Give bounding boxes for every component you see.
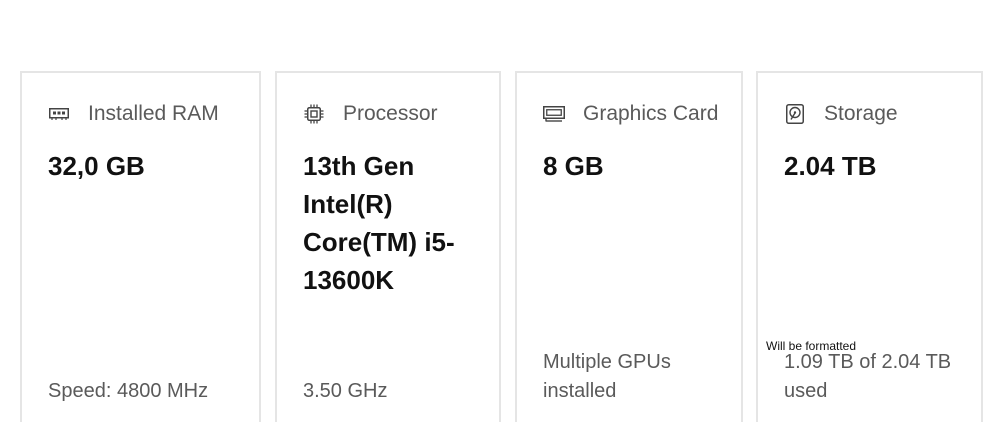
storage-usage-text: 1.09 TB of 2.04 TB used	[784, 351, 952, 402]
processor-card: Processor 13th Gen Intel(R) Core(TM) i5-…	[275, 71, 501, 422]
storage-header: Storage	[784, 100, 971, 128]
installed-ram-label: Installed RAM	[88, 102, 219, 125]
installed-ram-value: 32,0 GB	[48, 151, 145, 181]
processor-speed-text: 3.50 GHz	[303, 380, 388, 402]
processor-value: 13th Gen Intel(R) Core(TM) i5-13600K	[303, 151, 455, 295]
graphics-card-footer-text: Multiple GPUs installed	[543, 351, 671, 402]
graphics-card-value: 8 GB	[543, 151, 604, 181]
storage-card: Storage 2.04 TB Will be formatted 1.09 T…	[756, 71, 983, 422]
processor-label: Processor	[343, 102, 438, 125]
storage-icon	[784, 103, 806, 125]
storage-label: Storage	[824, 102, 898, 125]
graphics-card-card: Graphics Card 8 GB Multiple GPUs install…	[515, 71, 743, 422]
graphics-card-label: Graphics Card	[583, 102, 719, 125]
graphics-card-icon	[543, 103, 565, 125]
graphics-card-header: Graphics Card	[543, 100, 731, 128]
storage-value: 2.04 TB	[784, 151, 877, 181]
processor-header: Processor	[303, 100, 489, 128]
installed-ram-card: Installed RAM 32,0 GB Speed: 4800 MHz	[20, 71, 261, 422]
processor-icon	[303, 103, 325, 125]
installed-ram-header: Installed RAM	[48, 100, 249, 128]
ram-icon	[48, 103, 70, 125]
ram-speed-text: Speed: 4800 MHz	[48, 380, 209, 402]
